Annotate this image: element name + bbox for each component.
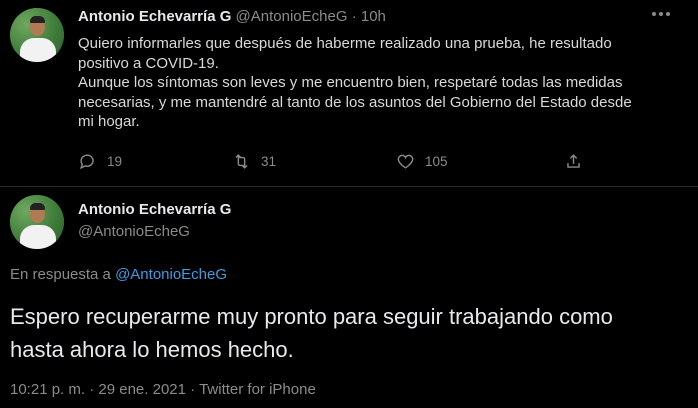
author-handle[interactable]: @AntonioEcheG: [236, 8, 348, 25]
reply-count: 19: [107, 153, 123, 169]
separator: ·: [89, 381, 95, 398]
avatar[interactable]: [10, 195, 64, 249]
retweet-icon: [235, 153, 248, 169]
author-name[interactable]: Antonio Echevarría G: [78, 8, 231, 25]
reply-icon: [80, 153, 94, 169]
share-button[interactable]: [564, 150, 593, 172]
tweet-text: Espero recuperarme muy pronto para segui…: [10, 304, 613, 362]
tweet-source[interactable]: Twitter for iPhone: [199, 381, 316, 398]
like-button[interactable]: 105: [396, 150, 448, 172]
share-icon: [567, 153, 580, 168]
author-handle[interactable]: @AntonioEcheG: [78, 223, 190, 240]
tweet-time[interactable]: 10h: [361, 8, 386, 25]
retweet-button[interactable]: 31: [232, 150, 276, 172]
more-options-icon[interactable]: [646, 6, 676, 22]
like-icon: [397, 154, 414, 169]
tweet-header: Antonio Echevarría G @AntonioEcheG · 10h: [78, 8, 386, 25]
reply-context: En respuesta a @AntonioEcheG: [10, 266, 227, 283]
reply-to-link[interactable]: @AntonioEcheG: [115, 266, 227, 283]
separator: ·: [351, 8, 357, 25]
tweet-text: Quiero informarles que después de haberm…: [78, 34, 638, 132]
divider: [0, 186, 698, 187]
tweet-date[interactable]: 29 ene. 2021: [98, 381, 186, 398]
tweet-text-paragraph-2: Aunque los síntomas son leves y me encue…: [78, 74, 632, 130]
retweet-count: 31: [261, 153, 277, 169]
tweet-meta: 10:21 p. m. · 29 ene. 2021 · Twitter for…: [10, 381, 316, 398]
reply-button[interactable]: 19: [78, 150, 122, 172]
reply-context-label: En respuesta a: [10, 266, 111, 283]
separator: ·: [190, 381, 196, 398]
author-name[interactable]: Antonio Echevarría G: [78, 201, 231, 218]
like-count: 105: [425, 153, 448, 169]
avatar[interactable]: [10, 8, 64, 62]
tweet-text-paragraph-1: Quiero informarles que después de haberm…: [78, 35, 612, 72]
tweet-time[interactable]: 10:21 p. m.: [10, 381, 85, 398]
